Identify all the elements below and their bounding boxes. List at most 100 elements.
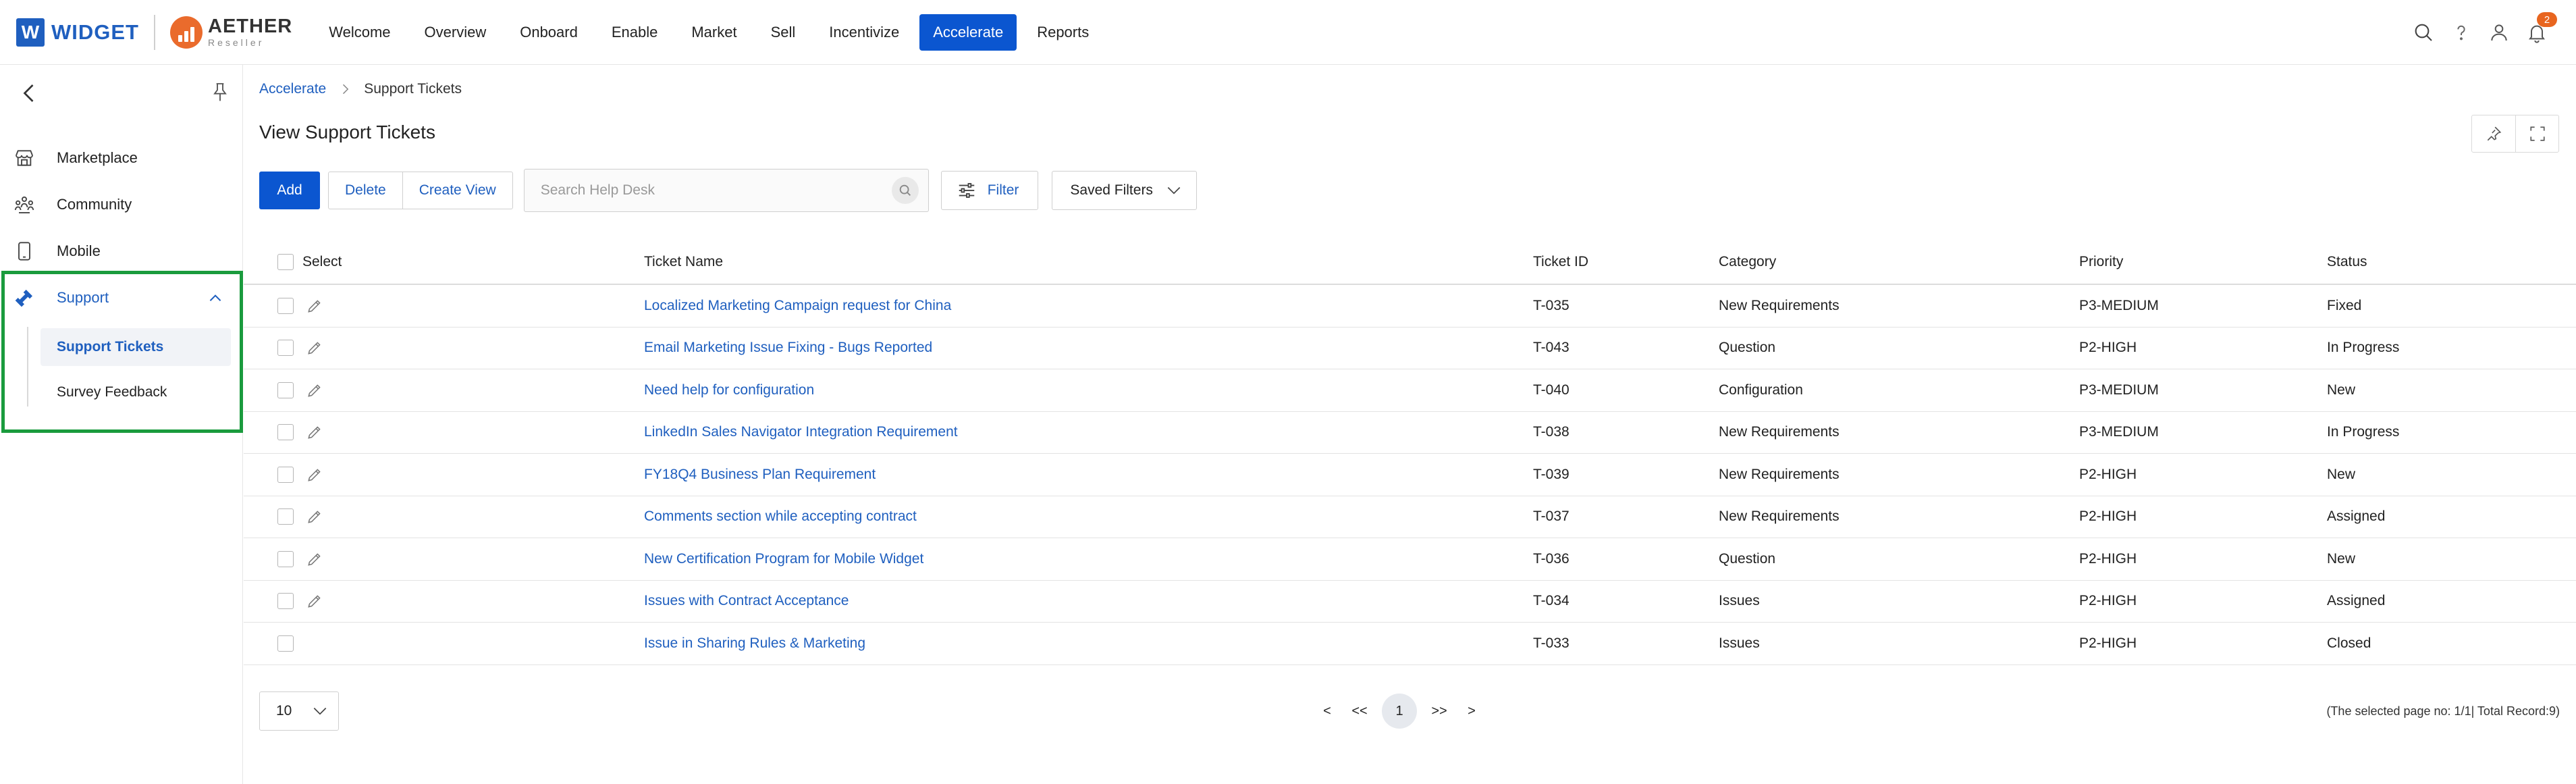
previous-page-button[interactable]: < bbox=[1317, 704, 1337, 719]
search-button[interactable] bbox=[891, 177, 919, 204]
ticket-name-link[interactable]: Localized Marketing Campaign request for… bbox=[644, 285, 951, 327]
edit-pencil-icon[interactable] bbox=[306, 550, 323, 568]
edit-pencil-icon[interactable] bbox=[306, 466, 323, 484]
aether-logo-icon bbox=[170, 16, 203, 49]
view-actions bbox=[2471, 115, 2559, 153]
chevron-up-icon[interactable] bbox=[207, 290, 224, 307]
sidebar-item-support[interactable]: Support bbox=[0, 279, 242, 317]
nav-item-reports[interactable]: Reports bbox=[1023, 14, 1102, 51]
ticket-category: New Requirements bbox=[1719, 466, 1840, 482]
next-page-button[interactable]: > bbox=[1461, 704, 1482, 719]
ticket-name-link[interactable]: Comments section while accepting contrac… bbox=[644, 496, 917, 538]
breadcrumb-current: Support Tickets bbox=[364, 81, 462, 97]
ticket-id: T-033 bbox=[1533, 635, 1569, 651]
pin-view-button[interactable] bbox=[2472, 115, 2515, 152]
row-checkbox[interactable] bbox=[277, 635, 294, 652]
nav-item-accelerate[interactable]: Accelerate bbox=[919, 14, 1017, 51]
sidebar-subitem-support-tickets[interactable]: Support Tickets bbox=[41, 328, 231, 366]
nav-item-market[interactable]: Market bbox=[678, 14, 750, 51]
search-icon[interactable] bbox=[2411, 20, 2436, 45]
edit-pencil-icon[interactable] bbox=[306, 508, 323, 525]
aether-logo[interactable]: AETHER Reseller bbox=[170, 16, 292, 49]
pin-icon[interactable] bbox=[209, 78, 231, 105]
sidebar-item-marketplace[interactable]: Marketplace bbox=[0, 139, 242, 177]
row-checkbox[interactable] bbox=[277, 424, 294, 441]
notification-bell-icon[interactable]: 2 bbox=[2525, 12, 2557, 45]
header-priority[interactable]: Priority bbox=[2079, 240, 2123, 284]
ticket-category: Question bbox=[1719, 340, 1776, 356]
saved-filters-label: Saved Filters bbox=[1070, 182, 1153, 198]
chevron-down-icon bbox=[1167, 187, 1181, 194]
edit-pencil-icon[interactable] bbox=[306, 339, 323, 357]
ticket-name-link[interactable]: Issues with Contract Acceptance bbox=[644, 581, 849, 623]
ticket-id: T-037 bbox=[1533, 508, 1569, 525]
row-checkbox[interactable] bbox=[277, 593, 294, 610]
widget-logo[interactable]: W WIDGET bbox=[16, 18, 139, 47]
breadcrumb-accelerate[interactable]: Accelerate bbox=[259, 81, 326, 97]
sidebar-subitem-survey-feedback[interactable]: Survey Feedback bbox=[41, 373, 231, 411]
nav-item-welcome[interactable]: Welcome bbox=[315, 14, 404, 51]
ticket-id: T-038 bbox=[1533, 424, 1569, 440]
ticket-status: Assigned bbox=[2327, 508, 2386, 525]
table-row: Localized Marketing Campaign request for… bbox=[244, 285, 2576, 328]
sidebar-item-community[interactable]: Community bbox=[0, 186, 242, 224]
nav-item-sell[interactable]: Sell bbox=[757, 14, 809, 51]
row-checkbox[interactable] bbox=[277, 340, 294, 357]
header-category[interactable]: Category bbox=[1719, 240, 1776, 284]
page-1-button[interactable]: 1 bbox=[1382, 694, 1417, 729]
ticket-priority: P2-HIGH bbox=[2079, 550, 2137, 567]
header-status[interactable]: Status bbox=[2327, 240, 2367, 284]
ticket-name-link[interactable]: New Certification Program for Mobile Wid… bbox=[644, 538, 923, 580]
add-button[interactable]: Add bbox=[259, 172, 320, 209]
nav-item-enable[interactable]: Enable bbox=[598, 14, 672, 51]
filter-button[interactable]: Filter bbox=[940, 171, 1039, 210]
ticket-id: T-034 bbox=[1533, 593, 1569, 609]
nav-item-incentivize[interactable]: Incentivize bbox=[815, 14, 913, 51]
fullscreen-button[interactable] bbox=[2515, 115, 2558, 152]
row-checkbox[interactable] bbox=[277, 382, 294, 398]
header-ticket-id[interactable]: Ticket ID bbox=[1533, 240, 1588, 284]
row-checkbox[interactable] bbox=[277, 550, 294, 567]
help-icon[interactable] bbox=[2449, 20, 2473, 45]
filter-sliders-icon bbox=[959, 183, 974, 198]
pagination-bar: 10 < << 1 >> > (The selected page no: 1/… bbox=[244, 691, 2576, 732]
ticket-priority: P2-HIGH bbox=[2079, 593, 2137, 609]
table-row: Need help for configuration T-040 Configur… bbox=[244, 369, 2576, 412]
nav-item-onboard[interactable]: Onboard bbox=[506, 14, 591, 51]
edit-pencil-icon[interactable] bbox=[306, 382, 323, 399]
user-icon[interactable] bbox=[2487, 20, 2511, 45]
ticket-name-link[interactable]: Email Marketing Issue Fixing - Bugs Repo… bbox=[644, 328, 932, 369]
ticket-name-link[interactable]: FY18Q4 Business Plan Requirement bbox=[644, 454, 876, 496]
delete-button[interactable]: Delete bbox=[329, 172, 402, 209]
edit-pencil-icon[interactable] bbox=[306, 297, 323, 315]
ticket-status: New bbox=[2327, 550, 2356, 567]
ticket-name-link[interactable]: Issue in Sharing Rules & Marketing bbox=[644, 623, 865, 664]
edit-pencil-icon[interactable] bbox=[306, 592, 323, 610]
page-size-select[interactable]: 10 bbox=[259, 691, 339, 731]
page-title: View Support Tickets bbox=[259, 122, 435, 142]
ticket-name-link[interactable]: Need help for configuration bbox=[644, 369, 814, 411]
last-page-button[interactable]: >> bbox=[1429, 704, 1449, 719]
nav-item-overview[interactable]: Overview bbox=[411, 14, 500, 51]
saved-filters-dropdown[interactable]: Saved Filters bbox=[1052, 171, 1197, 210]
search-input[interactable] bbox=[540, 182, 892, 199]
ticket-status: New bbox=[2327, 466, 2356, 482]
select-all-checkbox[interactable] bbox=[277, 254, 294, 270]
row-checkbox[interactable] bbox=[277, 508, 294, 525]
ticket-name-link[interactable]: LinkedIn Sales Navigator Integration Req… bbox=[644, 412, 958, 454]
action-button-group: Delete Create View bbox=[328, 172, 513, 209]
aether-logo-name: AETHER bbox=[208, 16, 293, 37]
header-ticket-name[interactable]: Ticket Name bbox=[644, 240, 723, 284]
row-checkbox[interactable] bbox=[277, 297, 294, 314]
ticket-priority: P2-HIGH bbox=[2079, 466, 2137, 482]
ticket-status: Closed bbox=[2327, 635, 2371, 651]
ticket-status: Assigned bbox=[2327, 593, 2386, 609]
collapse-sidebar-icon[interactable] bbox=[18, 80, 42, 107]
page-controls: < << 1 >> > bbox=[1317, 691, 1482, 731]
row-checkbox[interactable] bbox=[277, 466, 294, 483]
sidebar-item-mobile[interactable]: Mobile bbox=[0, 232, 242, 270]
first-page-button[interactable]: << bbox=[1349, 704, 1370, 719]
create-view-button[interactable]: Create View bbox=[402, 172, 512, 209]
ticket-id: T-043 bbox=[1533, 340, 1569, 356]
edit-pencil-icon[interactable] bbox=[306, 423, 323, 441]
